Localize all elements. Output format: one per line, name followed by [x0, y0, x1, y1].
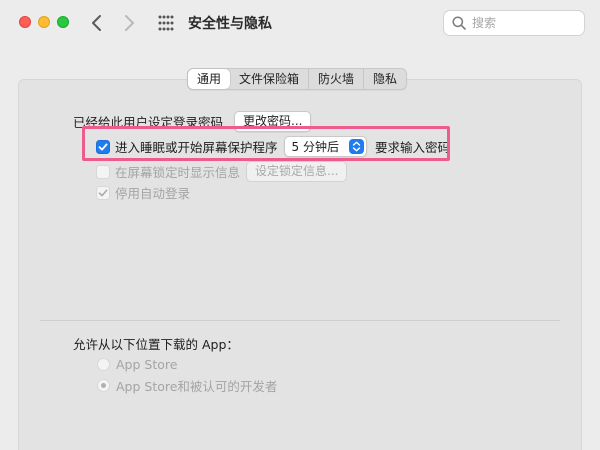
- tab-bar: 通用 文件保险箱 防火墙 隐私: [187, 68, 408, 90]
- forward-chevron-icon[interactable]: [119, 12, 139, 34]
- search-input[interactable]: [472, 15, 578, 31]
- back-chevron-icon[interactable]: [87, 12, 107, 34]
- app-store-label: App Store: [116, 357, 178, 372]
- set-lock-message-button[interactable]: 设定锁定信息...: [246, 161, 348, 182]
- identified-developers-radio[interactable]: [97, 379, 110, 392]
- show-message-row: 在屏幕锁定时显示信息 设定锁定信息...: [96, 161, 348, 182]
- search-field[interactable]: [443, 10, 585, 36]
- section-divider: [40, 320, 560, 321]
- window-title: 安全性与隐私: [188, 16, 272, 32]
- search-icon: [452, 16, 466, 30]
- downloads-heading-row: 允许从以下位置下载的 App：: [73, 334, 239, 353]
- zoom-window-button[interactable]: [57, 16, 69, 28]
- disable-autologin-row: 停用自动登录: [96, 183, 190, 202]
- download-option-app-store: App Store: [97, 357, 177, 372]
- downloads-heading: 允许从以下位置下载的 App：: [73, 337, 239, 352]
- show-all-grid-icon[interactable]: [158, 15, 174, 31]
- tab-firewall[interactable]: 防火墙: [309, 69, 365, 89]
- tab-privacy[interactable]: 隐私: [364, 69, 406, 89]
- radio-selected-dot: [101, 383, 106, 388]
- tab-general[interactable]: 通用: [188, 69, 231, 89]
- app-store-radio[interactable]: [97, 358, 110, 371]
- checkmark-icon: [98, 189, 108, 196]
- show-message-label: 在屏幕锁定时显示信息: [115, 165, 241, 180]
- disable-autologin-label: 停用自动登录: [115, 186, 191, 201]
- highlight-box: [82, 126, 450, 161]
- close-window-button[interactable]: [19, 16, 31, 28]
- minimize-window-button[interactable]: [38, 16, 50, 28]
- title-bar: 安全性与隐私: [0, 0, 600, 46]
- show-message-checkbox[interactable]: [96, 164, 110, 179]
- download-option-identified: App Store和被认可的开发者: [97, 376, 277, 395]
- disable-autologin-checkbox[interactable]: [96, 185, 110, 200]
- identified-developers-label: App Store和被认可的开发者: [116, 379, 278, 394]
- tab-filevault[interactable]: 文件保险箱: [230, 69, 310, 89]
